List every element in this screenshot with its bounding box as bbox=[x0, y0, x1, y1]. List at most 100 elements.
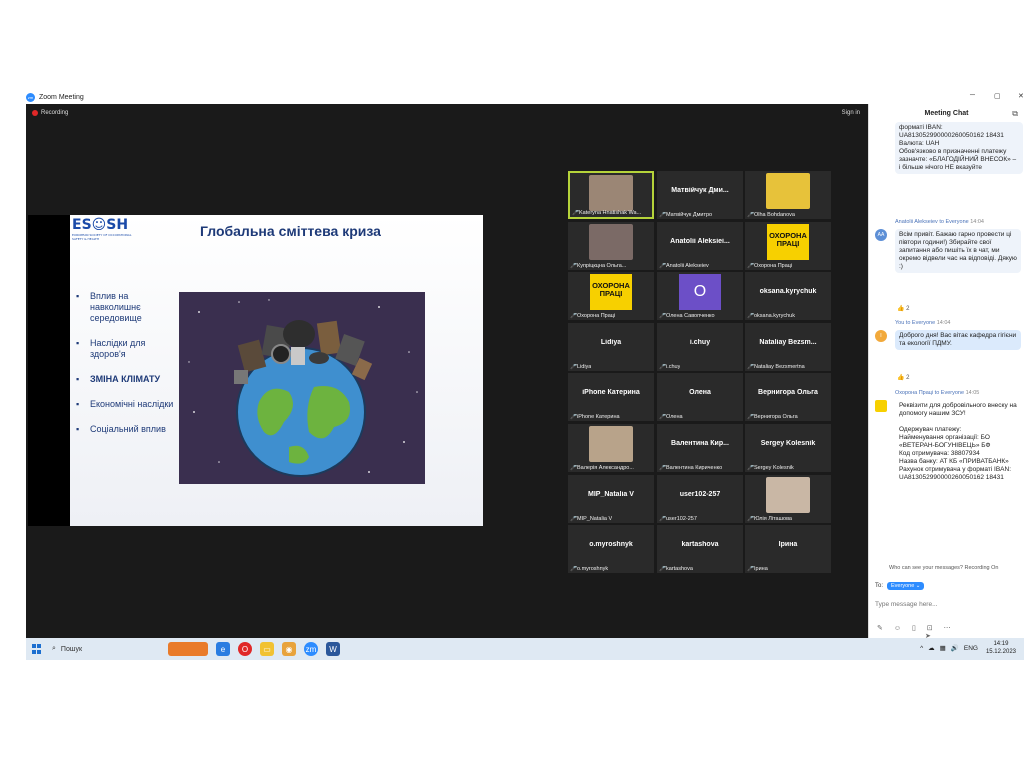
participant-name: Olha Bohdanova bbox=[754, 212, 795, 218]
participant-tile[interactable]: 🎤 Olha Bohdanova bbox=[745, 171, 831, 219]
muted-mic-icon: 🎤 bbox=[570, 363, 578, 370]
participant-tile[interactable]: Sergey Kolesnik 🎤 Sergey Kolesnik bbox=[745, 424, 831, 472]
word-icon[interactable]: W bbox=[326, 642, 340, 656]
recording-indicator[interactable]: Recording bbox=[32, 110, 68, 116]
chat-sender-name: Охорона Праці to Everyone bbox=[895, 390, 965, 396]
chrome-icon[interactable]: ◉ bbox=[282, 642, 296, 656]
participant-name: Ірина bbox=[754, 566, 768, 573]
participant-tile[interactable]: Lidiya 🎤 Lidiya bbox=[568, 322, 654, 371]
participant-tile[interactable]: user102-257 🎤 user102-257 bbox=[657, 474, 743, 523]
minimize-button[interactable]: ─ bbox=[970, 92, 975, 99]
taskbar-search[interactable]: ⌕ Пошук bbox=[52, 641, 172, 657]
participant-tile[interactable]: Anatolii Aleksiei... 🎤 Anatolii Alekseiev bbox=[657, 221, 743, 270]
participant-tile[interactable]: O 🎤 Олена Савопченко bbox=[657, 272, 743, 321]
opera-icon[interactable]: O bbox=[238, 642, 252, 656]
bullet-item: Наслідки для здоров'я bbox=[76, 338, 176, 360]
participant-label: 🎤 o.myroshnyk bbox=[570, 566, 608, 572]
maximize-button[interactable]: ▢ bbox=[994, 92, 1001, 100]
chat-sender-name: Anatolii Alekseiev to Everyone bbox=[895, 219, 969, 225]
participant-label: 🎤 iPhone Катерина bbox=[570, 414, 620, 420]
participant-tile[interactable]: 🎤 Юлія Літашова bbox=[745, 474, 831, 523]
file-explorer-icon[interactable]: ▭ bbox=[260, 642, 274, 656]
muted-mic-icon: 🎤 bbox=[747, 363, 755, 370]
chat-panel: Meeting Chat ⧉ форматі IBAN: UA813052990… bbox=[868, 104, 1024, 640]
participant-tile[interactable]: kartashova 🎤 kartashova bbox=[657, 525, 743, 574]
reaction-badge[interactable]: 👍 2 bbox=[897, 374, 909, 381]
onedrive-icon[interactable]: ☁ bbox=[928, 644, 935, 652]
meeting-area: Recording Sign in ES☺SH EUROPEAN SOCIETY… bbox=[26, 104, 868, 638]
who-can-see-link[interactable]: Who can see your messages? Recording On bbox=[889, 565, 998, 571]
to-label: To: bbox=[875, 583, 884, 589]
format-icon[interactable]: ✎ bbox=[877, 625, 883, 632]
participant-poster: ОХОРОНА ПРАЦІ bbox=[590, 274, 632, 311]
close-button[interactable]: ✕ bbox=[1018, 92, 1024, 100]
presentation-slide: ES☺SH EUROPEAN SOCIETY OF OCCUPATIONAL S… bbox=[70, 215, 483, 526]
participant-name-center: Lidiya bbox=[600, 338, 622, 346]
participant-tile[interactable]: Nataliay Bezsm... 🎤 Nataliay Bezsmertna bbox=[745, 322, 831, 371]
emoji-icon[interactable]: ☺ bbox=[894, 625, 901, 632]
participant-label: 🎤 Охорона Праці bbox=[570, 313, 615, 319]
network-icon[interactable]: ▦ bbox=[940, 644, 946, 652]
screenshot-icon[interactable]: ⊡ bbox=[927, 625, 933, 632]
participant-label: 🎤 Олена bbox=[659, 414, 683, 420]
participant-name: Юлія Літашова bbox=[754, 515, 792, 522]
chat-time: 14:05 bbox=[965, 390, 980, 396]
participant-name: user102-257 bbox=[666, 515, 697, 522]
clock-time: 14:19 bbox=[993, 641, 1009, 647]
windows-start-icon[interactable] bbox=[32, 644, 42, 654]
participant-poster: ОХОРОНА ПРАЦІ bbox=[767, 223, 809, 260]
chevron-up-icon[interactable]: ^ bbox=[920, 645, 923, 652]
participant-name: Nataliay Bezsmertna bbox=[754, 363, 805, 370]
bullet-item: Вплив на навколишнє середовище bbox=[76, 291, 176, 324]
participant-tile[interactable]: 🎤 Купріцкцна Ольга... bbox=[568, 221, 654, 270]
zoom-taskbar-icon[interactable]: zm bbox=[304, 642, 318, 656]
muted-mic-icon: 🎤 bbox=[659, 262, 667, 269]
participant-label: 🎤 Матвійчук Дмитро bbox=[659, 212, 712, 218]
participant-name-center: Олена bbox=[689, 389, 711, 397]
participant-tile[interactable]: Валентина Кир... 🎤 Валентина Кириченко bbox=[657, 424, 743, 472]
participant-tile[interactable]: iPhone Катерина 🎤 iPhone Катерина bbox=[568, 373, 654, 422]
participant-tile[interactable]: Олена 🎤 Олена bbox=[657, 373, 743, 422]
muted-mic-icon: 🎤 bbox=[570, 566, 578, 573]
participant-video bbox=[766, 173, 810, 209]
reaction-badge[interactable]: 👍 2 bbox=[897, 305, 909, 312]
participant-name-center: Ірина bbox=[778, 541, 798, 549]
participant-tile[interactable]: o.myroshnyk 🎤 o.myroshnyk bbox=[568, 525, 654, 574]
chat-message-input[interactable] bbox=[875, 597, 1019, 611]
muted-mic-icon: 🎤 bbox=[570, 414, 578, 421]
volume-icon[interactable]: 🔊 bbox=[951, 644, 959, 652]
recipient-dropdown[interactable]: Everyone ⌄ bbox=[887, 582, 925, 590]
popout-icon[interactable]: ⧉ bbox=[1012, 109, 1018, 119]
okhorona-pratsi-avatar bbox=[875, 400, 887, 412]
participant-tile[interactable]: ОХОРОНА ПРАЦІ 🎤 Охорона Праці bbox=[568, 272, 654, 321]
edge-icon[interactable]: e bbox=[216, 642, 230, 656]
participant-tile[interactable]: ОХОРОНА ПРАЦІ 🎤 Охорона Праці bbox=[745, 221, 831, 270]
weather-widget-icon[interactable] bbox=[168, 642, 208, 656]
participant-tile[interactable]: Вернигора Ольга 🎤 Вернигора Ольга bbox=[745, 373, 831, 422]
participant-name: Олена bbox=[666, 414, 683, 421]
participant-tile[interactable]: Ірина 🎤 Ірина bbox=[745, 525, 831, 574]
clock[interactable]: 14:19 15.12.2023 bbox=[986, 640, 1016, 656]
participant-name: Kateryna Hnatishak Wa... bbox=[579, 210, 642, 216]
participant-tile[interactable]: oksana.kyrychuk 🎤 oksana.kyrychuk bbox=[745, 272, 831, 321]
file-icon[interactable]: ▯ bbox=[912, 625, 916, 632]
language-indicator[interactable]: ENG bbox=[964, 645, 978, 652]
participant-label: 🎤 Вернигора Ольга bbox=[747, 414, 798, 420]
participant-tile[interactable]: 🎤 Kateryna Hnatishak Wa... bbox=[568, 171, 654, 219]
participant-tile[interactable]: i.chuy 🎤 i.chuy bbox=[657, 322, 743, 371]
chat-time: 14:04 bbox=[970, 219, 984, 225]
slide-bullets: Вплив на навколишнє середовище Наслідки … bbox=[76, 291, 176, 449]
window-controls: ─ ▢ ✕ bbox=[868, 90, 1024, 104]
participant-tile[interactable]: MIP_Natalia V 🎤 MIP_Natalia V bbox=[568, 474, 654, 523]
signin-link[interactable]: Sign in bbox=[842, 110, 860, 116]
participant-tile[interactable]: Матвійчук Дми... 🎤 Матвійчук Дмитро bbox=[657, 171, 743, 219]
participant-label: 🎤 Олена Савопченко bbox=[659, 313, 715, 319]
participant-tile[interactable]: 🎤 Валерія Александро... bbox=[568, 424, 654, 472]
participant-name-center: Матвійчук Дми... bbox=[671, 187, 729, 194]
more-icon[interactable]: ⋯ bbox=[944, 625, 951, 632]
muted-mic-icon: 🎤 bbox=[747, 566, 755, 573]
participant-name-center: Валентина Кир... bbox=[671, 440, 729, 447]
participant-label: 🎤 Sergey Kolesnik bbox=[747, 465, 794, 471]
participant-name: Sergey Kolesnik bbox=[754, 465, 794, 471]
chat-sender: You to Everyone 14:04 bbox=[895, 320, 950, 326]
